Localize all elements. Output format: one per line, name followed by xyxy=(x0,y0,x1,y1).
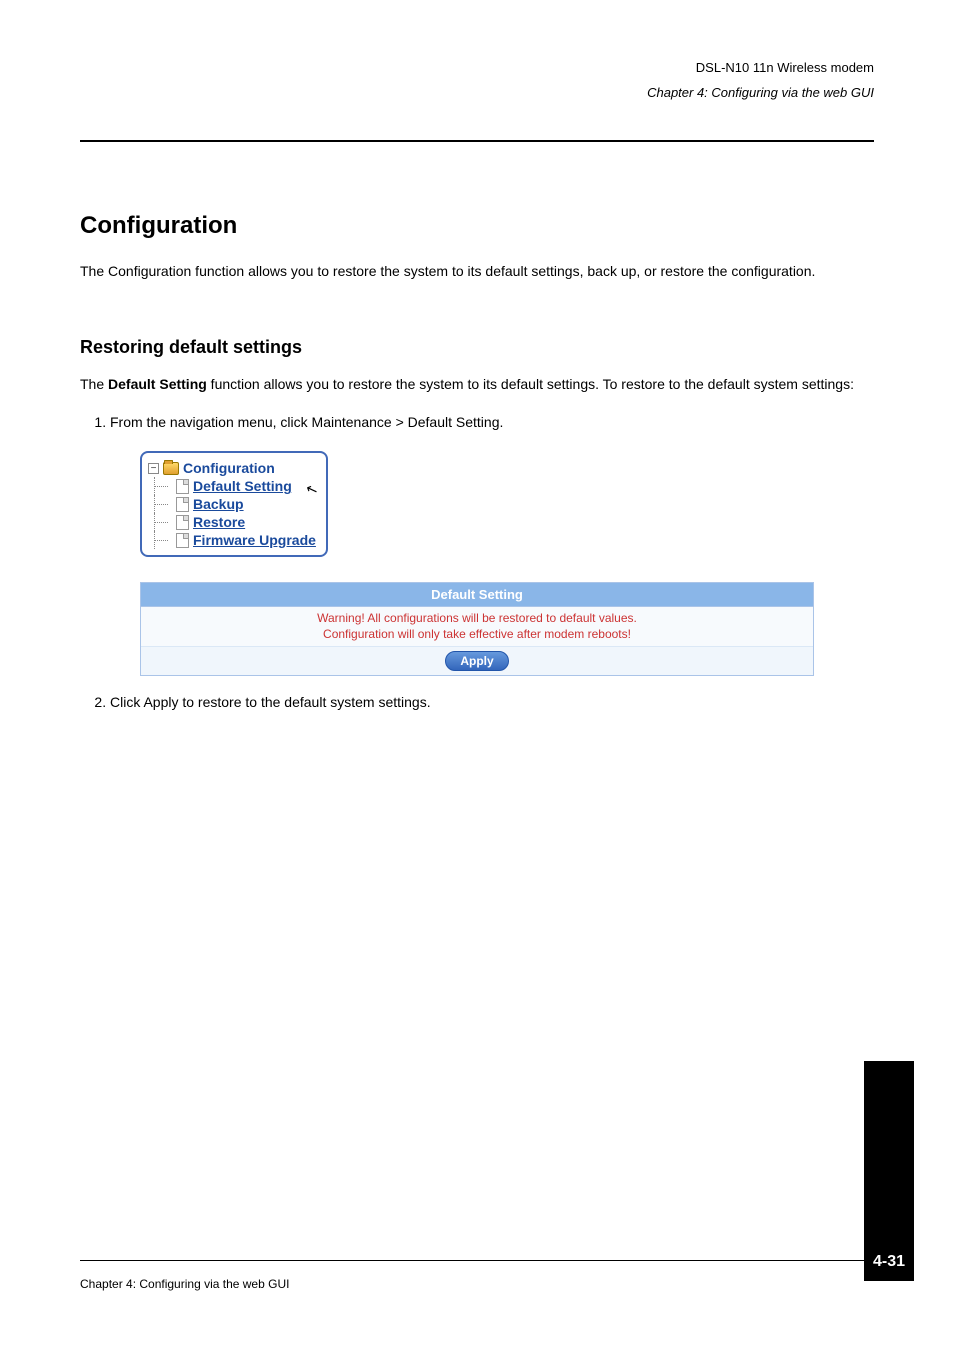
section-title: Configuration xyxy=(80,212,874,240)
header-chapter: Chapter 4: Configuring via the web GUI xyxy=(80,85,874,100)
apply-button[interactable]: Apply xyxy=(445,651,508,671)
footer-chapter: Chapter 4: Configuring via the web GUI xyxy=(80,1277,289,1291)
file-icon xyxy=(176,533,189,548)
header-product: DSL-N10 11n Wireless modem xyxy=(80,60,874,75)
page-number: 4-31 xyxy=(873,1253,905,1271)
section-body: The Configuration function allows you to… xyxy=(80,260,874,282)
file-icon xyxy=(176,515,189,530)
collapse-icon[interactable] xyxy=(148,463,159,474)
page-number-tab: 4-31 xyxy=(864,1061,914,1281)
file-icon xyxy=(176,497,189,512)
tree-item-firmware-upgrade[interactable]: Firmware Upgrade xyxy=(148,531,316,549)
subsection-body: The Default Setting function allows you … xyxy=(80,373,874,395)
nav-tree: Configuration Default Setting ↖ Backup R… xyxy=(140,451,328,557)
subsection-title: Restoring default settings xyxy=(80,337,874,358)
step-1: From the navigation menu, click Maintena… xyxy=(110,411,874,433)
folder-icon xyxy=(163,462,179,475)
panel-title: Default Setting xyxy=(141,583,813,607)
step-2: Click Apply to restore to the default sy… xyxy=(110,691,874,713)
header-divider xyxy=(80,140,874,142)
panel-warning: Warning! All configurations will be rest… xyxy=(141,607,813,647)
tree-item-restore[interactable]: Restore xyxy=(148,513,316,531)
footer-divider xyxy=(80,1260,874,1261)
tree-item-backup[interactable]: Backup xyxy=(148,495,316,513)
tree-item-default-setting[interactable]: Default Setting xyxy=(148,477,316,495)
tree-root-configuration[interactable]: Configuration xyxy=(148,459,316,477)
file-icon xyxy=(176,479,189,494)
default-setting-panel: Default Setting Warning! All configurati… xyxy=(140,582,814,676)
